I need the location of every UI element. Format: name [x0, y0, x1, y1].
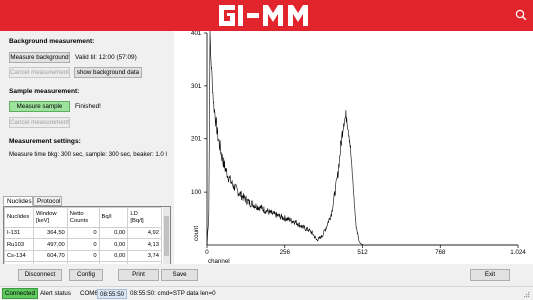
- brand-logo: [219, 5, 308, 26]
- table-cell: 3,74: [127, 249, 162, 263]
- resize-grip-icon[interactable]: [523, 291, 530, 298]
- tab-protocol[interactable]: Protocol: [33, 196, 62, 206]
- status-bar: Connected Alert status COM6 08:55:50 08:…: [0, 286, 533, 300]
- table-cell: 0: [66, 238, 100, 251]
- exit-button[interactable]: Exit: [470, 269, 510, 281]
- col-ld[interactable]: LD [Bq/l]: [127, 207, 162, 228]
- save-button[interactable]: Save: [161, 269, 198, 281]
- settings-text: Measure time bkg: 300 sec, sample: 300 s…: [9, 151, 167, 158]
- spectrum-chart: 0 256 512 768 1.024 100 201 301 401 channel count: [174, 31, 533, 264]
- sample-status: Finished!: [75, 103, 101, 110]
- spectrum-series-line: [206, 31, 518, 246]
- search-icon[interactable]: [515, 9, 527, 21]
- scrollbar-thumb[interactable]: [164, 216, 169, 256]
- status-message: 08:55:50: cmd=STP data len=0: [130, 290, 216, 297]
- table-cell: Cs-134: [4, 249, 34, 263]
- y-tick-label: 201: [191, 136, 202, 143]
- table-row[interactable]: Cs-134 604,70 0 0,00 3,74: [4, 249, 162, 263]
- table-cell: 0: [66, 249, 100, 263]
- background-valid-til: Valid til: 12:00 (57:09): [75, 54, 137, 61]
- print-button[interactable]: Print: [118, 269, 159, 281]
- table-row[interactable]: Ru103 497,00 0 0,00 4,13: [4, 238, 162, 251]
- x-tick-label: 0: [205, 249, 209, 256]
- table-cell: 604,70: [32, 249, 68, 263]
- col-nuclides[interactable]: Nuclides: [4, 207, 34, 228]
- disconnect-button[interactable]: Disconnect: [18, 269, 62, 281]
- x-tick-label: 512: [357, 249, 368, 256]
- table-cell: 4,13: [127, 238, 162, 251]
- settings-section-title: Measurement settings:: [9, 138, 81, 145]
- y-tick-label: 301: [191, 83, 202, 90]
- spectrum-plot: 0 256 512 768 1.024100201301401channelcount: [191, 31, 526, 264]
- connection-status-badge: Connected: [2, 288, 38, 299]
- cancel-sample-button[interactable]: Cancel measurement: [9, 117, 70, 128]
- status-time: 08:55:50: [97, 289, 128, 299]
- x-tick-label: 768: [435, 249, 446, 256]
- table-cell: I-131: [4, 226, 34, 240]
- tab-nuclides[interactable]: Nuclides: [3, 196, 33, 206]
- x-tick-label: 256: [280, 249, 291, 256]
- background-section-title: Background measurement:: [9, 38, 95, 45]
- y-tick-label: 401: [191, 31, 202, 37]
- sample-section-title: Sample measurement:: [9, 88, 80, 95]
- table-cell: 4,92: [127, 226, 162, 240]
- table-cell: 364,50: [32, 226, 68, 240]
- col-bq[interactable]: Bq/l: [98, 207, 129, 228]
- config-button[interactable]: Config: [69, 269, 103, 281]
- table-header-row: Nuclides Window [keV] Netto Counts Bq/l …: [4, 207, 162, 228]
- show-background-data-button[interactable]: show background data: [74, 67, 142, 78]
- measure-background-button[interactable]: Measure background: [9, 52, 70, 63]
- table-cell: Ru103: [4, 238, 34, 251]
- table-cell: 497,00: [32, 238, 68, 251]
- title-bar: [0, 0, 533, 31]
- control-panel: Background measurement: Measure backgrou…: [0, 31, 174, 292]
- x-tick-label: 1.024: [510, 249, 526, 256]
- table-cell: 0,00: [98, 226, 129, 240]
- y-axis-label: count: [193, 226, 200, 241]
- bottom-toolbar: Disconnect Config Print Save Exit: [0, 264, 533, 286]
- table-row[interactable]: I-131 364,50 0 0,00 4,92: [4, 226, 162, 240]
- measure-sample-button[interactable]: Measure sample: [9, 101, 70, 112]
- alert-status-label: Alert status: [40, 290, 71, 297]
- table-cell: 0,00: [98, 249, 129, 263]
- cancel-background-button[interactable]: Cancel measurement: [9, 67, 70, 78]
- y-tick-label: 100: [191, 189, 202, 196]
- col-netto-counts[interactable]: Netto Counts: [66, 207, 100, 228]
- table-cell: 0,00: [98, 238, 129, 251]
- table-cell: 0: [66, 226, 100, 240]
- col-window[interactable]: Window [keV]: [32, 207, 68, 228]
